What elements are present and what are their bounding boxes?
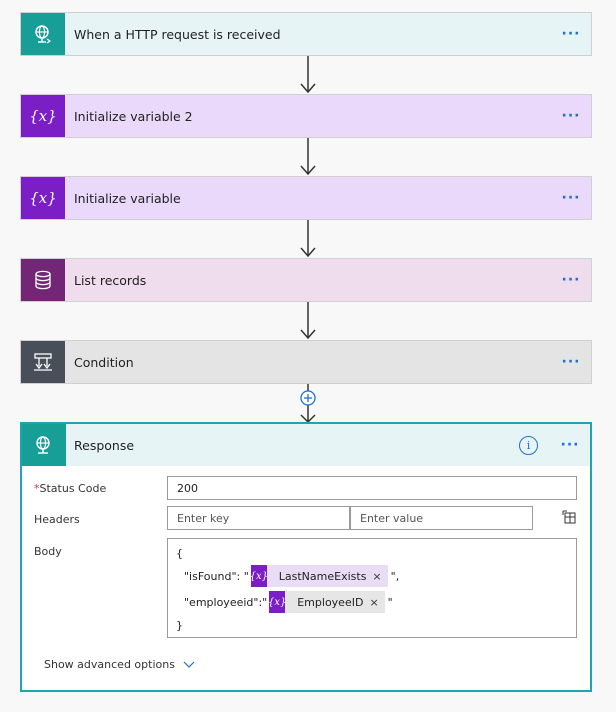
status-code-input[interactable]: 200 — [167, 476, 577, 500]
employeeid-key: "employeeid":" — [184, 595, 268, 609]
initialize-variable-step[interactable]: {x} Initialize variable ··· — [20, 176, 592, 220]
connector-arrow-icon — [300, 220, 316, 258]
http-trigger-step[interactable]: When a HTTP request is received ··· — [20, 12, 592, 56]
variable-icon: {x} — [21, 95, 65, 137]
condition-step[interactable]: Condition ··· — [20, 340, 592, 384]
more-options-button[interactable]: ··· — [551, 272, 591, 288]
token-label: LastNameExists — [278, 569, 367, 583]
more-options-button[interactable]: ··· — [550, 437, 590, 453]
more-options-button[interactable]: ··· — [551, 108, 591, 124]
body-close-brace: } — [176, 618, 183, 632]
more-options-button[interactable]: ··· — [551, 354, 591, 370]
switch-to-text-mode-icon[interactable] — [562, 510, 576, 524]
step-title: List records — [74, 272, 147, 288]
body-editor[interactable]: { "isFound": " {x} LastNameExists × ", "… — [167, 538, 577, 638]
connector-arrow-icon — [300, 56, 316, 94]
header-value-input[interactable]: Enter value — [350, 506, 533, 530]
dynamic-token-lastnameexists[interactable]: {x} LastNameExists × — [250, 565, 388, 587]
chevron-down-icon — [183, 661, 195, 668]
info-icon[interactable]: i — [519, 435, 538, 455]
more-options-button[interactable]: ··· — [551, 190, 591, 206]
step-title: When a HTTP request is received — [74, 26, 281, 42]
step-title: Initialize variable — [74, 190, 181, 206]
globe-response-icon — [22, 424, 66, 466]
variable-icon: {x} — [250, 565, 268, 587]
condition-icon — [21, 341, 65, 383]
token-label: EmployeeID — [297, 595, 364, 609]
response-title: Response — [74, 437, 135, 453]
step-title: Condition — [74, 354, 134, 370]
body-line-isfound: "isFound": " {x} LastNameExists × ", — [176, 563, 568, 589]
isfound-key: "isFound": " — [184, 569, 249, 583]
variable-icon: {x} — [268, 591, 286, 613]
database-icon — [21, 259, 65, 301]
headers-label: Headers — [34, 513, 80, 526]
list-records-step[interactable]: List records ··· — [20, 258, 592, 302]
isfound-suffix: ", — [390, 569, 400, 583]
remove-token-icon[interactable]: × — [369, 596, 384, 609]
status-code-label: *Status Code — [34, 482, 107, 495]
globe-request-icon — [21, 13, 65, 55]
insert-step-plus-icon[interactable] — [296, 384, 320, 424]
remove-token-icon[interactable]: × — [372, 570, 387, 583]
body-open-brace: { — [176, 546, 183, 560]
response-header[interactable]: Response i ··· — [22, 424, 590, 466]
step-title: Initialize variable 2 — [74, 108, 193, 124]
header-key-input[interactable]: Enter key — [167, 506, 350, 530]
employeeid-suffix: " — [387, 595, 393, 609]
connector-arrow-icon — [300, 302, 316, 340]
more-options-button[interactable]: ··· — [551, 26, 591, 42]
body-line-employeeid: "employeeid":" {x} EmployeeID × " — [176, 589, 568, 615]
dynamic-token-employeeid[interactable]: {x} EmployeeID × — [268, 591, 385, 613]
connector-arrow-icon — [300, 138, 316, 176]
body-label: Body — [34, 545, 62, 558]
variable-icon: {x} — [21, 177, 65, 219]
advanced-options-label: Show advanced options — [44, 658, 175, 671]
response-step-card[interactable]: Response i ··· *Status Code 200 Headers … — [20, 422, 592, 692]
show-advanced-options-toggle[interactable]: Show advanced options — [44, 658, 195, 671]
initialize-variable-2-step[interactable]: {x} Initialize variable 2 ··· — [20, 94, 592, 138]
